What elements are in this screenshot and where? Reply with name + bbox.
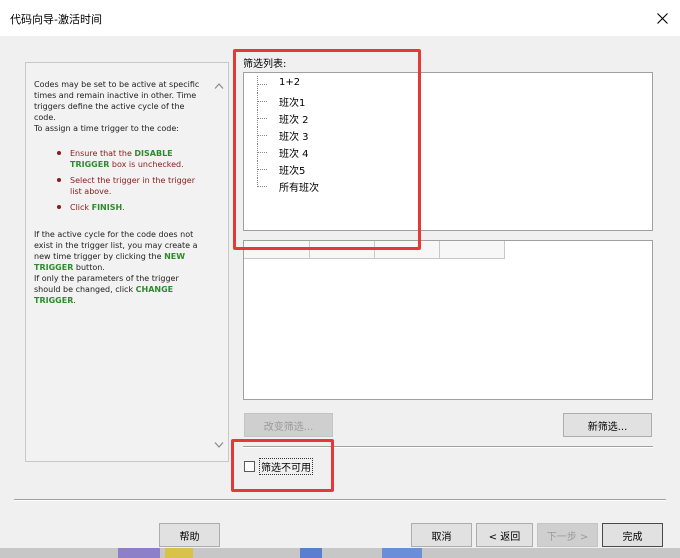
help-button[interactable]: 帮助 bbox=[159, 523, 220, 547]
help-step: Click FINISH. bbox=[34, 202, 202, 213]
cancel-button[interactable]: 取消 bbox=[411, 523, 472, 547]
help-assign: To assign a time trigger to the code: bbox=[34, 124, 179, 133]
help-change-trigger: If only the parameters of the trigger sh… bbox=[34, 274, 179, 305]
disable-filter-checkbox[interactable] bbox=[244, 460, 255, 472]
column-header[interactable] bbox=[375, 241, 440, 259]
divider bbox=[14, 499, 666, 501]
filter-tree[interactable]: 1+2 班次1 班次 2 班次 3 班次 4 班次5 所有班次 bbox=[243, 72, 653, 231]
disable-filter-row[interactable]: 筛选不可用 bbox=[244, 457, 313, 475]
help-text: Codes may be set to be active at specifi… bbox=[34, 79, 202, 306]
title-bar: 代码向导-激活时间 bbox=[0, 0, 680, 36]
help-step: Select the trigger in the trigger list a… bbox=[34, 175, 202, 197]
taskbar-icon bbox=[165, 548, 193, 558]
tree-item[interactable]: 班次5 bbox=[244, 161, 364, 178]
back-button[interactable]: < 返回 bbox=[476, 523, 533, 547]
scroll-down-button[interactable] bbox=[213, 439, 225, 451]
trigger-table[interactable] bbox=[243, 240, 653, 400]
divider bbox=[243, 446, 653, 448]
help-intro: Codes may be set to be active at specifi… bbox=[34, 80, 200, 122]
close-button[interactable] bbox=[644, 0, 680, 36]
close-icon bbox=[656, 12, 668, 24]
help-steps: Ensure that the DISABLE TRIGGER box is u… bbox=[34, 148, 202, 213]
column-header[interactable] bbox=[310, 241, 375, 259]
taskbar-icon bbox=[118, 548, 160, 558]
disable-filter-label[interactable]: 筛选不可用 bbox=[259, 457, 313, 475]
finish-button[interactable]: 完成 bbox=[602, 523, 663, 547]
tree-item[interactable]: 所有班次 bbox=[244, 178, 364, 195]
taskbar-icon bbox=[300, 548, 322, 558]
help-scrollbar[interactable] bbox=[210, 63, 228, 461]
tree-item[interactable]: 班次1 bbox=[244, 93, 364, 110]
bullet-icon bbox=[57, 178, 61, 182]
tree-item[interactable]: 班次 2 bbox=[244, 110, 364, 127]
help-panel: Codes may be set to be active at specifi… bbox=[25, 62, 229, 462]
table-header bbox=[244, 241, 505, 259]
bullet-icon bbox=[57, 151, 61, 155]
tree-item[interactable]: 班次 4 bbox=[244, 144, 364, 161]
bullet-icon bbox=[57, 205, 61, 209]
help-step: Ensure that the DISABLE TRIGGER box is u… bbox=[34, 148, 202, 170]
chevron-up-icon bbox=[214, 83, 224, 89]
new-filter-button[interactable]: 新筛选... bbox=[563, 413, 652, 437]
taskbar-icon bbox=[382, 548, 422, 558]
tree-item[interactable]: 班次 3 bbox=[244, 127, 364, 144]
change-filter-button[interactable]: 改变筛选... bbox=[244, 413, 333, 437]
next-button[interactable]: 下一步 > bbox=[537, 523, 598, 547]
column-header[interactable] bbox=[244, 241, 310, 259]
tree-item[interactable]: 1+2 bbox=[244, 76, 364, 93]
scroll-up-button[interactable] bbox=[213, 80, 225, 92]
chevron-down-icon bbox=[214, 442, 224, 448]
column-header[interactable] bbox=[440, 241, 505, 259]
taskbar-strip bbox=[0, 548, 680, 558]
window-title: 代码向导-激活时间 bbox=[10, 13, 102, 26]
filter-list-label: 筛选列表: bbox=[243, 59, 287, 70]
help-new-trigger: If the active cycle for the code does no… bbox=[34, 230, 198, 272]
